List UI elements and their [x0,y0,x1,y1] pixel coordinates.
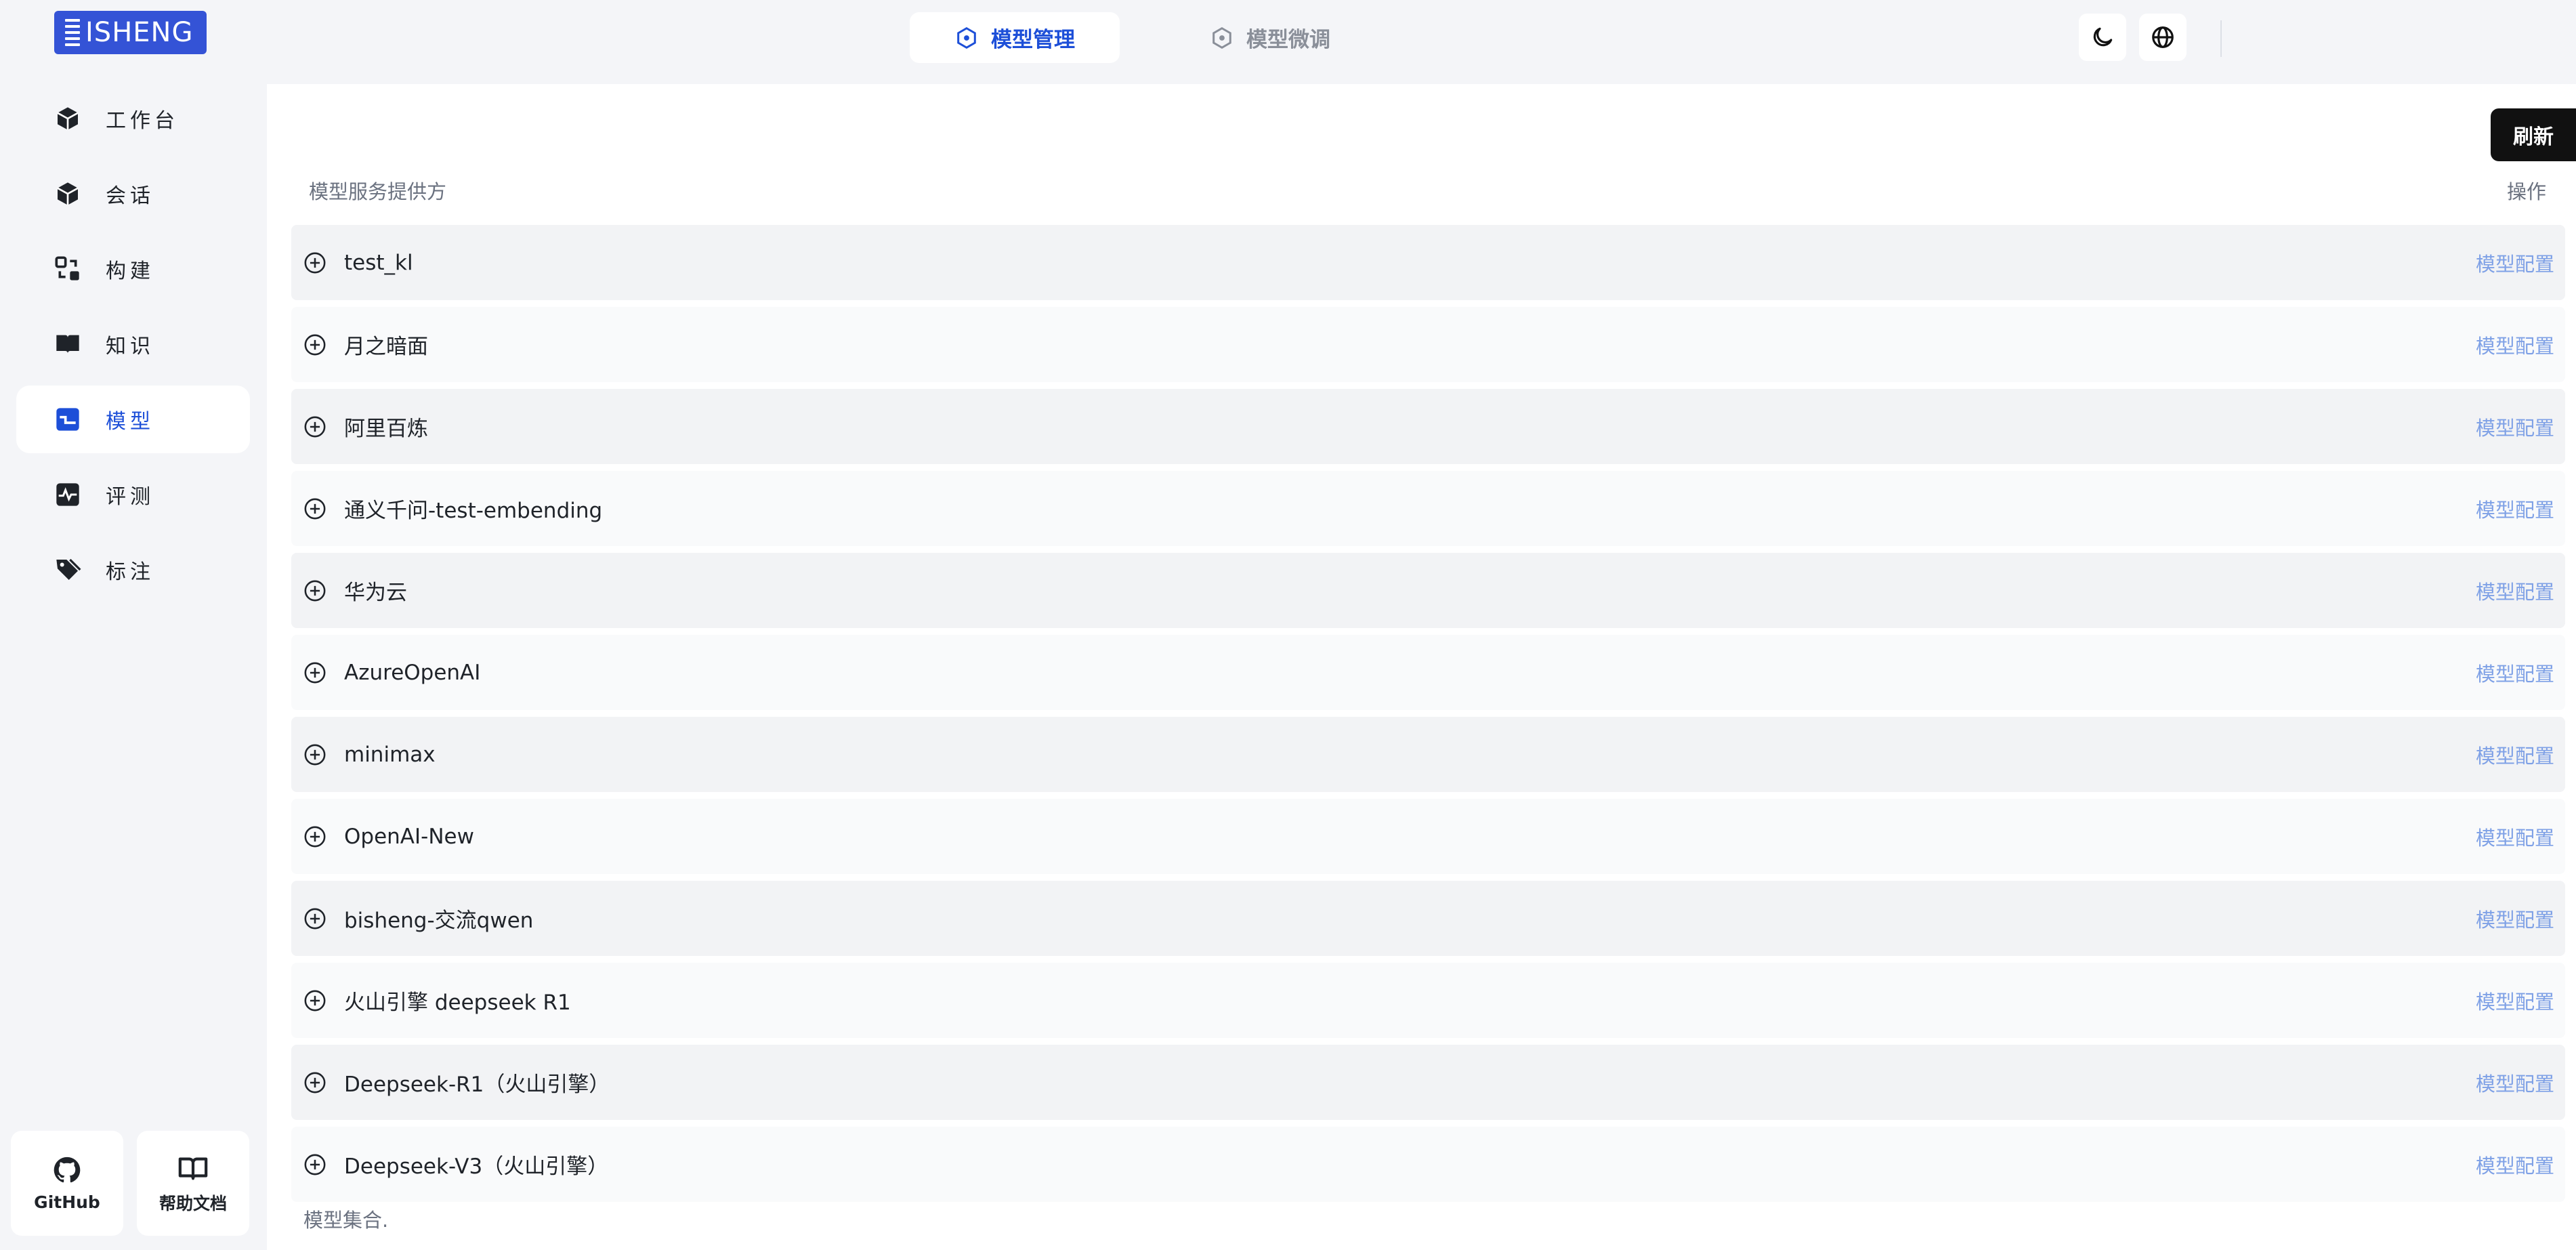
table-row[interactable]: bisheng-交流qwen 模型配置 [291,881,2565,956]
sidebar-item-label: 知识 [106,335,154,358]
sidebar-item-label: 工作台 [106,109,179,133]
expand-plus-icon[interactable] [303,661,326,684]
sidebar-item-label: 标注 [106,560,154,584]
expand-plus-icon[interactable] [303,1071,326,1094]
table-row[interactable]: 阿里百炼 模型配置 [291,389,2565,464]
moon-icon [2093,27,2113,47]
provider-name: Deepseek-V3（火山引擎） [344,1154,609,1179]
table-row[interactable]: minimax 模型配置 [291,717,2565,792]
provider-list: test_kl 模型配置 月之暗面 模型配置 阿里百炼 模型配置 通义千问-test-emb… [291,225,2565,1250]
model-config-link[interactable]: 模型配置 [2476,741,2554,769]
tag-icon [54,556,81,583]
model-config-link[interactable]: 模型配置 [2476,659,2554,687]
expand-plus-icon[interactable] [303,989,326,1012]
sidebar-item-label: 模型 [106,410,154,434]
globe-icon [2152,26,2174,48]
tab-model-management[interactable]: 模型管理 [910,12,1120,63]
expand-plus-icon[interactable] [303,415,326,438]
expand-plus-icon[interactable] [303,1153,326,1176]
model-config-link[interactable]: 模型配置 [2476,331,2554,359]
provider-name: test_kl [344,250,413,275]
table-row[interactable]: 通义千问-test-embending 模型配置 [291,471,2565,546]
github-button[interactable]: GitHub [11,1131,123,1236]
sidebar-item-annotation[interactable]: 标注 [16,536,250,604]
model-config-link[interactable]: 模型配置 [2476,249,2554,277]
provider-name: OpenAI-New [344,824,474,849]
provider-name: bisheng-交流qwen [344,909,534,933]
model-config-link[interactable]: 模型配置 [2476,1150,2554,1179]
model-config-link[interactable]: 模型配置 [2476,1068,2554,1097]
sidebar-item-label: 评测 [106,485,154,509]
table-row[interactable]: test_kl 模型配置 [291,225,2565,300]
provider-name: AzureOpenAI [344,660,481,685]
provider-name: minimax [344,742,436,767]
table-row[interactable]: AzureOpenAI 模型配置 [291,635,2565,710]
language-button[interactable] [2139,14,2187,61]
sidebar-item-label: 会话 [106,184,154,208]
expand-plus-icon[interactable] [303,825,326,848]
expand-plus-icon[interactable] [303,497,326,520]
table-row[interactable]: OpenAI-New 模型配置 [291,799,2565,874]
column-header-action: 操作 [2506,180,2546,203]
sidebar-item-model[interactable]: 模型 [16,386,250,453]
cube-icon [54,105,81,132]
github-icon [54,1157,81,1183]
help-docs-button[interactable]: 帮助文档 [137,1131,249,1236]
provider-name: 通义千问-test-embending [344,499,603,523]
help-docs-label: 帮助文档 [159,1193,227,1213]
model-config-link[interactable]: 模型配置 [2476,413,2554,441]
logo[interactable]: ISHENG [54,11,207,54]
github-label: GitHub [34,1192,100,1212]
cube-icon [54,180,81,207]
tab-label: 模型微调 [1246,28,1330,52]
main-panel: 刷新 模型服务提供方 操作 test_kl 模型配置 月之暗面 模型配置 阿里百炼 模型配… [267,84,2576,1250]
column-header-provider: 模型服务提供方 [309,180,447,203]
header-divider [2220,20,2222,57]
provider-name: 火山引擎 deepseek R1 [344,991,571,1015]
model-config-link[interactable]: 模型配置 [2476,577,2554,605]
table-row[interactable]: Deepseek-V3（火山引擎） 模型配置 [291,1127,2565,1202]
table-row[interactable]: Deepseek-R1（火山引擎） 模型配置 [291,1045,2565,1120]
chart-icon [54,481,81,508]
hexagon-icon [957,26,976,49]
model-config-link[interactable]: 模型配置 [2476,495,2554,523]
logo-text: ISHENG [85,17,194,48]
sidebar-item-chat[interactable]: 会话 [16,160,250,228]
model-config-link[interactable]: 模型配置 [2476,822,2554,851]
hexagon-icon [1212,26,1231,49]
refresh-button[interactable]: 刷新 [2491,108,2576,161]
footer-note: 模型集合. [303,1209,389,1232]
expand-plus-icon[interactable] [303,251,326,274]
tab-label: 模型管理 [991,28,1075,52]
expand-plus-icon[interactable] [303,579,326,602]
model-config-link[interactable]: 模型配置 [2476,904,2554,933]
expand-plus-icon[interactable] [303,907,326,930]
provider-name: Deepseek-R1（火山引擎） [344,1072,610,1097]
model-config-link[interactable]: 模型配置 [2476,986,2554,1015]
sidebar-item-knowledge[interactable]: 知识 [16,310,250,378]
sidebar-item-evaluation[interactable]: 评测 [16,461,250,528]
theme-toggle-button[interactable] [2079,14,2126,61]
model-icon [54,406,81,433]
table-row[interactable]: 火山引擎 deepseek R1 模型配置 [291,963,2565,1038]
provider-name: 阿里百炼 [344,417,428,441]
table-row[interactable]: 华为云 模型配置 [291,553,2565,628]
build-icon [54,255,81,283]
book-open-icon [178,1157,208,1180]
provider-name: 月之暗面 [344,335,428,359]
sidebar-item-build[interactable]: 构建 [16,235,250,303]
expand-plus-icon[interactable] [303,333,326,356]
provider-name: 华为云 [344,581,407,605]
tab-model-finetune[interactable]: 模型微调 [1165,12,1375,63]
sidebar-item-label: 构建 [106,259,154,283]
logo-lines-icon [65,19,80,46]
sidebar-item-workbench[interactable]: 工作台 [16,85,250,152]
table-row[interactable]: 月之暗面 模型配置 [291,307,2565,382]
expand-plus-icon[interactable] [303,743,326,766]
book-icon [54,331,81,358]
